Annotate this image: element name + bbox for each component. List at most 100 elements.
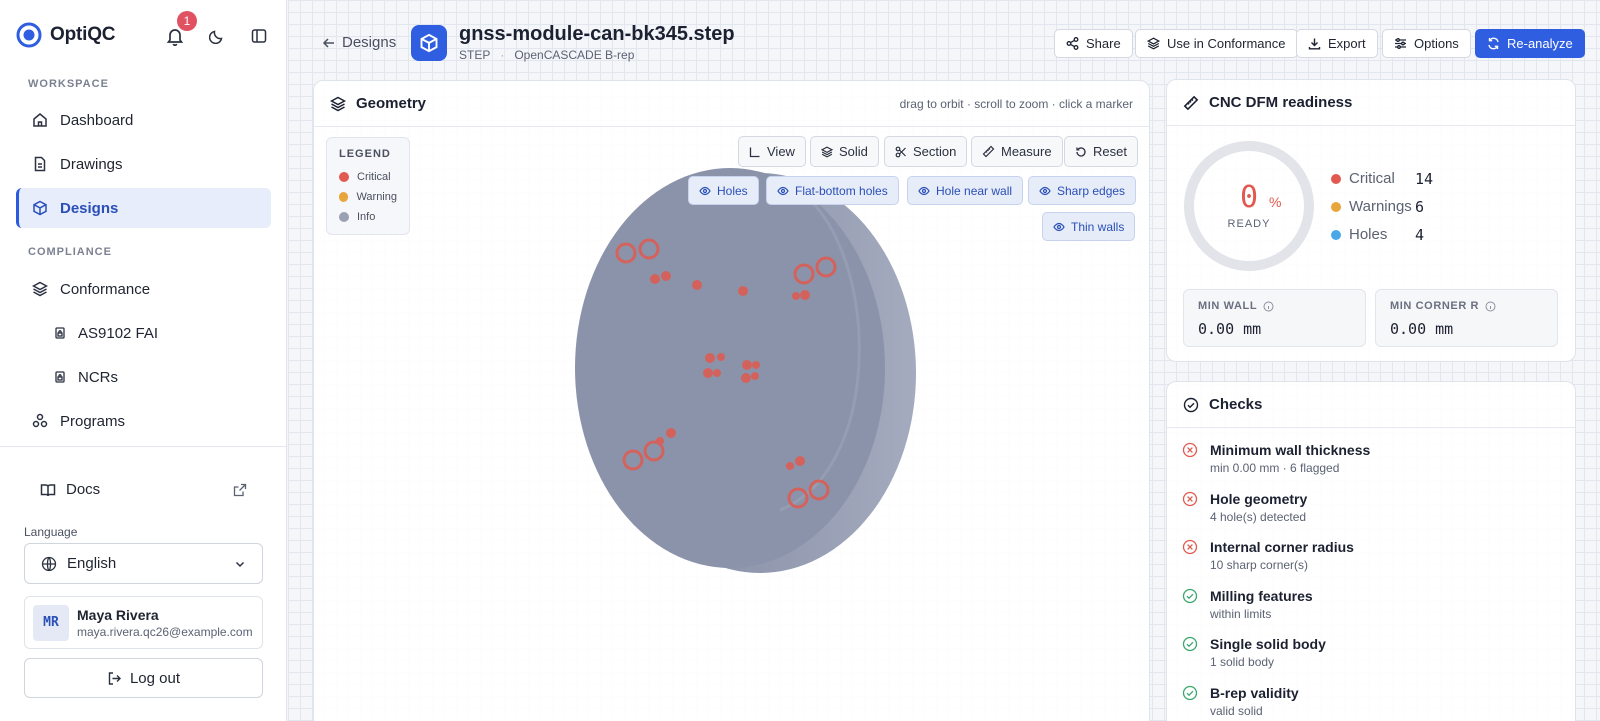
filter-hole-near-wall[interactable]: Hole near wall — [907, 176, 1024, 205]
sidebar-item-label: Conformance — [60, 280, 151, 298]
ruler-icon — [1183, 95, 1199, 111]
check-title: Minimum wall thickness — [1210, 442, 1371, 458]
x-circle-icon — [1182, 442, 1198, 458]
home-icon — [32, 112, 48, 128]
user-card[interactable]: MR Maya Rivera maya.rivera.qc26@example.… — [24, 596, 263, 649]
refresh-icon — [1487, 37, 1500, 50]
meta-separator: · — [500, 48, 505, 62]
sidebar-item-designs[interactable]: Designs — [16, 188, 271, 228]
logout-icon — [107, 671, 122, 686]
x-circle-icon — [1182, 539, 1198, 555]
logout-button[interactable]: Log out — [24, 658, 263, 698]
min-wall-label: MIN WALL — [1198, 300, 1351, 312]
filter-label: Flat-bottom holes — [795, 183, 888, 198]
export-button[interactable]: Export — [1296, 29, 1378, 58]
sidebar-item-ncrs[interactable]: NCRs — [16, 357, 271, 397]
dfm-panel-header: CNC DFM readiness — [1167, 80, 1575, 126]
warning-dot-icon — [339, 192, 349, 202]
sidebar-item-drawings[interactable]: Drawings — [16, 144, 271, 184]
legend-title: LEGEND — [339, 148, 391, 160]
avatar: MR — [33, 604, 69, 641]
page-title: gnss-module-can-bk345.step — [459, 23, 735, 45]
info-icon[interactable] — [1263, 301, 1274, 312]
sidebar-item-label: Designs — [60, 199, 119, 217]
check-title: Hole geometry — [1210, 490, 1308, 507]
dfm-legend-label: Critical — [1349, 170, 1395, 187]
docs-link[interactable]: Docs — [40, 481, 248, 498]
dfm-legend-value: 14 — [1415, 169, 1434, 188]
check-subtitle: min 0.00 mm · 6 flagged — [1210, 461, 1340, 475]
dfm-legend-critical: Critical 14 — [1331, 170, 1433, 188]
export-label: Export — [1328, 36, 1366, 51]
chevron-down-icon — [234, 558, 246, 570]
sidebar-item-dashboard[interactable]: Dashboard — [16, 100, 271, 140]
dark-mode-moon-icon[interactable] — [205, 24, 229, 48]
workspace-section-label: WORKSPACE — [28, 78, 109, 90]
model-viewport[interactable] — [560, 160, 920, 580]
back-to-designs-link[interactable]: Designs — [322, 34, 396, 51]
sidebar-item-conformance[interactable]: Conformance — [16, 269, 271, 309]
min-wall-value: 0.00 mm — [1198, 320, 1262, 338]
filter-label: Sharp edges — [1057, 183, 1126, 198]
legend-label: Warning — [356, 191, 397, 203]
check-circle-icon — [1183, 397, 1199, 413]
measure-button[interactable]: Measure — [971, 136, 1063, 167]
check-circle-icon — [1182, 588, 1198, 604]
viewer-hint: drag to orbit · scroll to zoom · click a… — [899, 96, 1133, 111]
language-value: English — [67, 555, 117, 572]
sidebar: OptiQC 1 WORKSPACE Dashboard Drawings De… — [0, 0, 287, 721]
check-subtitle: 10 sharp corner(s) — [1210, 558, 1309, 572]
collapse-sidebar-icon[interactable] — [247, 24, 271, 48]
share-icon — [1066, 37, 1079, 50]
part-face — [575, 168, 885, 568]
section-button[interactable]: Section — [884, 136, 968, 167]
warning-dot-icon — [1331, 201, 1341, 212]
language-select[interactable]: English — [24, 543, 263, 584]
check-circle-icon — [1182, 636, 1198, 652]
share-button[interactable]: Share — [1054, 29, 1133, 58]
info-icon[interactable] — [1485, 301, 1496, 312]
arrow-left-icon — [322, 36, 336, 50]
min-corner-value: 0.00 mm — [1390, 320, 1454, 338]
checks-title: Checks — [1209, 396, 1263, 413]
logout-label: Log out — [129, 669, 181, 687]
use-in-conformance-label: Use in Conformance — [1167, 36, 1286, 51]
reset-button[interactable]: Reset — [1064, 136, 1138, 167]
dfm-legend-warnings: Warnings 6 — [1331, 198, 1424, 216]
holes-dot-icon — [1331, 229, 1341, 240]
eye-icon — [918, 185, 930, 197]
critical-dot-icon — [1331, 173, 1341, 184]
brand-name: OptiQC — [50, 24, 116, 45]
metric-label-text: MIN CORNER R — [1390, 300, 1480, 312]
globe-icon — [41, 556, 57, 572]
reset-icon — [1075, 146, 1087, 158]
legend-critical: Critical — [339, 167, 397, 187]
filter-holes[interactable]: Holes — [688, 176, 759, 205]
check-title: Milling features — [1210, 587, 1313, 604]
filter-sharp-edges[interactable]: Sharp edges — [1028, 176, 1137, 205]
gauge-unit: % — [1269, 194, 1281, 210]
brand[interactable]: OptiQC — [16, 22, 115, 48]
view-button[interactable]: View — [738, 136, 806, 167]
lock-file-icon — [54, 327, 66, 339]
check-title: Internal corner radius — [1210, 539, 1354, 555]
external-link-icon[interactable] — [233, 483, 247, 497]
sidebar-item-as9102[interactable]: AS9102 FAI — [16, 313, 271, 353]
metric-label-text: MIN WALL — [1198, 300, 1258, 312]
filter-flat-bottom-holes[interactable]: Flat-bottom holes — [766, 176, 899, 205]
reanalyze-button[interactable]: Re-analyze — [1475, 29, 1585, 58]
gauge-label: READY — [1228, 218, 1271, 230]
solid-label: Solid — [839, 144, 868, 159]
solid-button[interactable]: Solid — [810, 136, 879, 167]
filter-label: Hole near wall — [936, 183, 1013, 198]
reanalyze-label: Re-analyze — [1507, 36, 1573, 51]
use-in-conformance-button[interactable]: Use in Conformance — [1135, 29, 1298, 58]
viewer-legend: LEGEND Critical Warning Info — [326, 137, 410, 235]
sidebar-item-programs[interactable]: Programs — [16, 401, 271, 441]
view-label: View — [767, 144, 795, 159]
filter-label: Holes — [717, 183, 748, 198]
file-meta: STEP · OpenCASCADE B-rep — [459, 48, 634, 62]
options-button[interactable]: Options — [1382, 29, 1471, 58]
filter-label: Thin walls — [1071, 219, 1125, 234]
filter-thin-walls[interactable]: Thin walls — [1042, 212, 1136, 241]
